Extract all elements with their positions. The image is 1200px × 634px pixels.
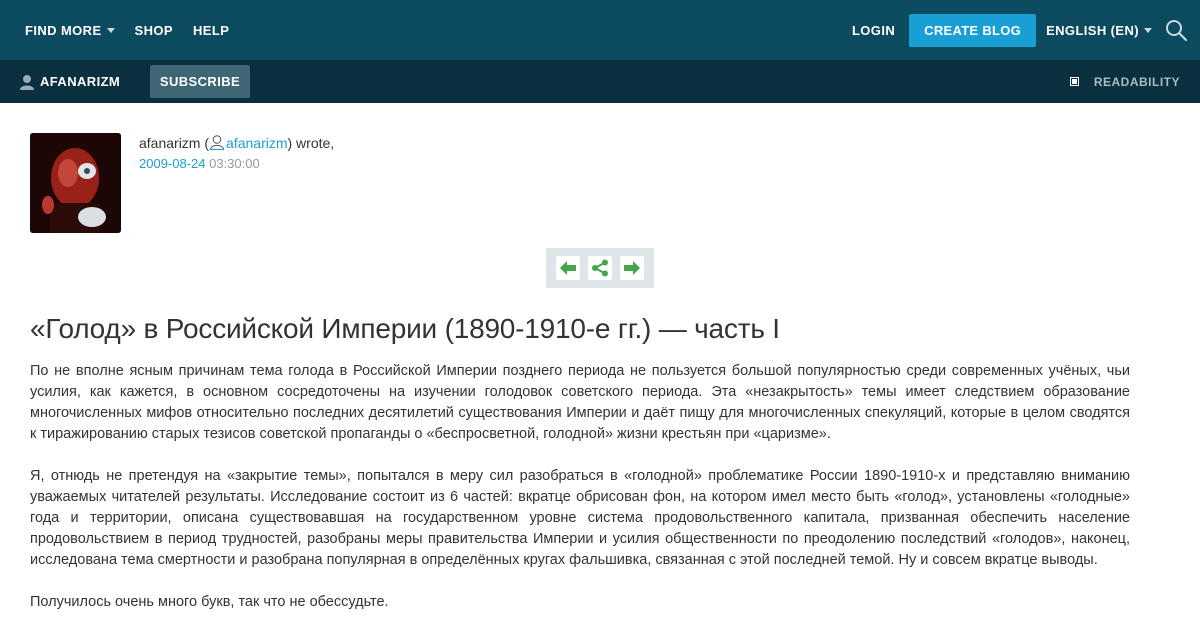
readability-label: READABILITY xyxy=(1093,74,1180,89)
post-byline: afanarizm ( afanarizm) wrote, xyxy=(139,134,334,151)
previous-entry-button[interactable] xyxy=(556,256,580,280)
share-button[interactable] xyxy=(588,256,612,280)
entry-navigation-toolbar xyxy=(546,248,654,288)
post-time: 03:30:00 xyxy=(205,156,260,171)
author-name: afanarizm xyxy=(139,135,201,151)
find-more-menu[interactable]: FIND MORE xyxy=(25,23,115,38)
chevron-down-icon xyxy=(106,28,115,33)
top-navigation-bar: FIND MORE SHOP HELP LOGIN CREATE BLOG EN… xyxy=(0,0,1200,60)
top-nav-left: FIND MORE SHOP HELP xyxy=(25,0,249,60)
readability-checkbox[interactable] xyxy=(1069,77,1079,86)
arrow-right-icon xyxy=(624,261,640,275)
post-date-link[interactable]: 2009-08-24 xyxy=(139,156,206,171)
post-title: «Голод» в Российской Империи (1890-1910-… xyxy=(30,313,780,344)
language-selector[interactable]: ENGLISH (EN) xyxy=(1046,23,1152,38)
readability-toggle[interactable]: READABILITY xyxy=(1069,60,1180,103)
shop-link[interactable]: SHOP xyxy=(135,23,173,38)
post-paragraph: Я, отнюдь не претендуя на «закрытие темы… xyxy=(30,468,1130,568)
language-label: ENGLISH (EN) xyxy=(1046,22,1139,38)
post-date: 2009-08-24 03:30:00 xyxy=(139,156,260,171)
byline-open-paren: ( xyxy=(200,135,210,151)
login-link[interactable]: LOGIN xyxy=(852,23,895,38)
post-body: По не вполне ясным причинам тема голода … xyxy=(30,361,1130,634)
top-nav-right: LOGIN CREATE BLOG ENGLISH (EN) xyxy=(852,0,1188,60)
subscribe-button[interactable]: SUBSCRIBE xyxy=(150,65,250,98)
journal-username: AFANARIZM xyxy=(40,74,121,89)
help-link[interactable]: HELP xyxy=(193,23,229,38)
find-more-label: FIND MORE xyxy=(25,22,102,38)
journal-bar: AFANARIZM SUBSCRIBE READABILITY xyxy=(0,60,1200,103)
search-icon[interactable] xyxy=(1164,18,1188,42)
user-icon xyxy=(210,135,225,150)
post-paragraph: Получилось очень много букв, так что не … xyxy=(30,594,389,610)
journal-user-link[interactable]: AFANARIZM xyxy=(20,60,120,103)
avatar-image xyxy=(30,133,121,233)
post-paragraph: По не вполне ясным причинам тема голода … xyxy=(30,363,1130,442)
user-icon xyxy=(20,74,34,90)
share-icon xyxy=(592,259,608,277)
chevron-down-icon xyxy=(1144,28,1152,33)
author-avatar[interactable] xyxy=(30,133,121,233)
arrow-left-icon xyxy=(560,261,576,275)
next-entry-button[interactable] xyxy=(620,256,644,280)
author-profile-link[interactable]: afanarizm xyxy=(226,135,287,151)
byline-wrote: ) wrote, xyxy=(287,135,335,151)
create-blog-button[interactable]: CREATE BLOG xyxy=(909,13,1037,47)
